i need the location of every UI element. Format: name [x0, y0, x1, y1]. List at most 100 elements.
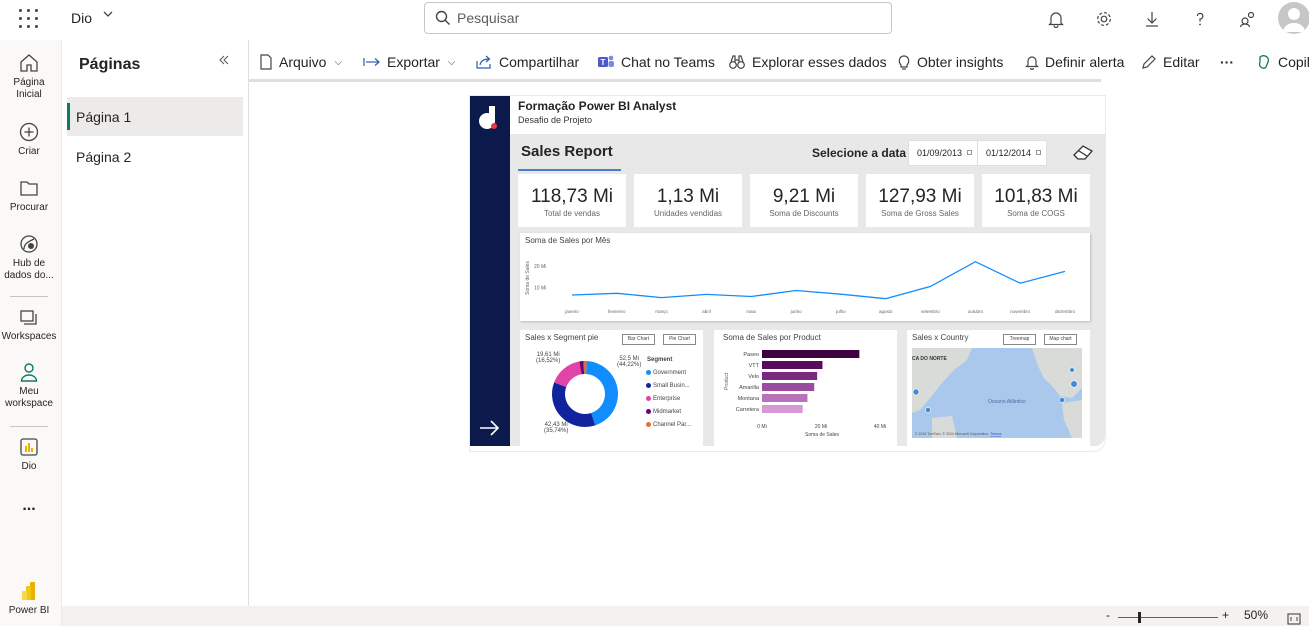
treemap-toggle-button[interactable]: Treemap	[1003, 334, 1036, 345]
product-bar	[762, 383, 815, 391]
eraser-clear-filters-icon[interactable]	[1072, 142, 1096, 167]
nav-dio-report[interactable]: Dio	[0, 436, 58, 473]
export-menu-button[interactable]: Exportar ⌵	[363, 52, 456, 72]
zoom-out-button[interactable]: -	[1106, 608, 1110, 622]
report-header-title: Formação Power BI Analyst	[518, 99, 677, 113]
nav-data-hub[interactable]: Hub de dados do...	[0, 233, 58, 282]
world-map[interactable]: CA DO NORTE Oceano Atlântico © 2024 TomT…	[912, 348, 1082, 438]
nav-home[interactable]: Página Inicial	[0, 52, 58, 101]
segment-legend-item[interactable]: Government	[646, 367, 691, 380]
map-bubble	[1070, 380, 1078, 388]
search-icon	[435, 10, 450, 25]
nav-workspaces[interactable]: Workspaces	[0, 306, 58, 343]
zoom-slider-track[interactable]	[1118, 617, 1218, 618]
nav-browse[interactable]: Procurar	[0, 177, 58, 214]
folder-icon	[20, 181, 38, 196]
nav-divider	[10, 426, 48, 427]
person-icon	[20, 363, 38, 382]
line-xtick-label: março	[655, 309, 668, 314]
nav-my-workspace[interactable]: Meu workspace	[0, 361, 58, 410]
copilot-button[interactable]: Copil	[1256, 52, 1309, 72]
pages-title: Páginas	[79, 56, 141, 73]
nav-create-label: Criar	[18, 146, 40, 157]
explore-data-button[interactable]: Explorar esses dados	[728, 52, 887, 72]
date-end-input[interactable]: 01/12/2014	[977, 140, 1047, 166]
line-xtick-label: abril	[702, 309, 711, 314]
arrow-right-icon[interactable]	[478, 416, 502, 445]
line-xtick-label: fevereiro	[608, 309, 626, 314]
date-start-input[interactable]: 01/09/2013	[908, 140, 978, 166]
product-category-label: VTT	[749, 363, 760, 369]
more-icon[interactable]: ...	[0, 498, 58, 514]
line-xtick-label: julho	[835, 309, 846, 314]
workspace-name[interactable]: Dio	[71, 10, 92, 26]
share-button[interactable]: Compartilhar	[475, 52, 579, 72]
status-bar	[62, 606, 1309, 626]
download-icon[interactable]	[1140, 7, 1164, 31]
legend-label: Government	[653, 370, 687, 376]
zoom-slider-thumb[interactable]	[1138, 612, 1141, 623]
search-input[interactable]	[457, 10, 857, 26]
segment-legend-item[interactable]: Small Busin...	[646, 380, 691, 393]
notifications-bell-icon[interactable]	[1044, 7, 1068, 31]
chevron-down-icon: ⌵	[447, 56, 456, 68]
product-bar	[762, 350, 860, 358]
report-sidebar	[470, 96, 510, 446]
map-label-ocean: Oceano Atlântico	[988, 399, 1026, 405]
insights-button[interactable]: Obter insights	[897, 52, 1003, 72]
teams-chat-button[interactable]: T Chat no Teams	[597, 52, 715, 72]
help-icon[interactable]	[1188, 7, 1212, 31]
segment-legend-item[interactable]: Enterprise	[646, 393, 691, 406]
kpi-card: 101,83 Mi Soma de COGS	[982, 174, 1090, 227]
report-title-underline	[518, 169, 621, 171]
product-bar-panel[interactable]: Soma de Sales por Product Product Paseo V…	[714, 330, 897, 446]
collapse-double-chevron-icon[interactable]	[218, 53, 230, 69]
bell-icon	[1025, 56, 1039, 70]
segment-donut-panel[interactable]: Sales x Segment pie Bar Chart Pie Chart …	[520, 330, 703, 446]
date-end-value: 01/12/2014	[986, 148, 1032, 158]
nav-create[interactable]: Criar	[0, 121, 58, 158]
map-chart-toggle-button[interactable]: Map chart	[1044, 334, 1077, 345]
legend-swatch	[646, 408, 651, 414]
chevron-down-icon[interactable]	[102, 8, 114, 23]
product-bar	[762, 372, 818, 380]
segment-legend: Government Small Busin... Enterprise Midmar…	[646, 367, 691, 432]
svg-text:© 2024 TomTom, © 2024 Microsof: © 2024 TomTom, © 2024 Microsoft Corporat…	[915, 432, 1002, 436]
more-options-button[interactable]: ···	[1220, 52, 1234, 72]
country-map-panel[interactable]: Sales x Country Treemap Map chart CA DO …	[907, 330, 1090, 446]
feedback-share-icon[interactable]	[1236, 7, 1260, 31]
user-avatar[interactable]	[1278, 2, 1309, 34]
line-chart-panel[interactable]: Soma de Sales por Mês Soma de Sales 10 M…	[520, 233, 1090, 321]
powerbi-logo-icon	[22, 582, 35, 600]
line-ytick-label: 20 Mi	[534, 264, 546, 270]
line-xtick-label: setembro	[921, 309, 940, 314]
nav-home-label: Página Inicial	[13, 77, 45, 100]
zoom-in-button[interactable]: +	[1222, 608, 1229, 622]
nav-divider	[10, 296, 48, 297]
canvas-top-border	[249, 79, 1101, 82]
report-body: Sales Report Selecione a data 01/09/2013…	[510, 134, 1105, 446]
segment-legend-item[interactable]: Midmarket	[646, 406, 691, 419]
edit-button[interactable]: Editar	[1141, 52, 1200, 72]
fit-to-page-icon[interactable]	[1287, 612, 1301, 630]
line-xtick-label: outubro	[968, 309, 984, 314]
settings-gear-icon[interactable]	[1092, 7, 1116, 31]
segment-legend-item[interactable]: Channel Par...	[646, 419, 691, 432]
app-launcher-icon[interactable]	[19, 9, 39, 29]
kpi-value: 9,21 Mi	[772, 186, 836, 207]
set-alert-button[interactable]: Definir alerta	[1025, 52, 1124, 72]
page-tab-1[interactable]: Página 1	[67, 97, 243, 136]
export-menu-label: Exportar	[387, 54, 440, 70]
nav-powerbi[interactable]: Power BI	[0, 580, 58, 617]
report-header-subtitle: Desafio de Projeto	[518, 115, 593, 125]
page-tab-2[interactable]: Página 2	[67, 137, 243, 176]
product-xtick-label: 40 Mi	[874, 424, 886, 430]
kpi-card: 118,73 Mi Total de vendas	[518, 174, 626, 227]
kpi-label: Soma de COGS	[1007, 209, 1065, 218]
search-box[interactable]	[424, 2, 892, 34]
product-category-label: Carretera	[736, 407, 760, 413]
lightbulb-icon	[898, 55, 910, 70]
file-menu-button[interactable]: Arquivo ⌵	[259, 52, 342, 72]
chevron-down-icon: ⌵	[334, 56, 343, 68]
legend-label: Small Busin...	[653, 383, 690, 389]
